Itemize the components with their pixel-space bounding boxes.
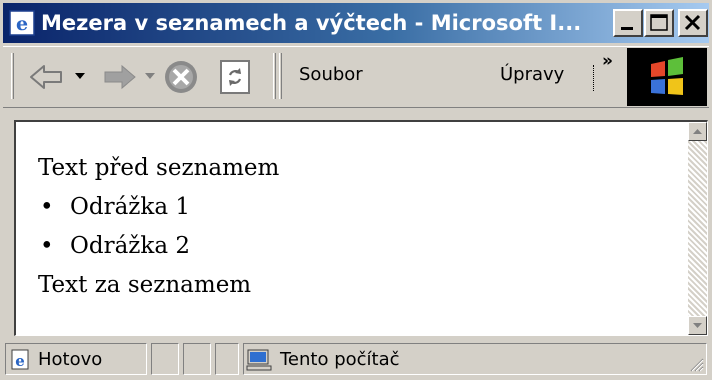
stop-icon[interactable] xyxy=(161,57,201,97)
zone-text: Tento počítač xyxy=(280,349,400,370)
maximize-icon xyxy=(650,14,668,31)
browser-window: e Mezera v seznamech a výčtech - Microso… xyxy=(0,0,712,380)
menu-edit[interactable]: Úpravy xyxy=(500,63,564,87)
scroll-down-button[interactable] xyxy=(688,316,707,335)
title-bar[interactable]: e Mezera v seznamech a výčtech - Microso… xyxy=(3,3,709,43)
status-text: Hotovo xyxy=(38,349,103,370)
resize-grip-icon[interactable] xyxy=(688,356,704,372)
list-item-text: Odrážka 1 xyxy=(70,194,190,220)
windows-logo xyxy=(627,48,707,106)
svg-text:e: e xyxy=(16,13,28,35)
scroll-up-button[interactable] xyxy=(688,122,707,141)
close-button[interactable] xyxy=(678,9,708,37)
toolbar-overflow-button[interactable]: » xyxy=(602,51,613,71)
status-panel-progress xyxy=(151,343,179,375)
toolbar-separator xyxy=(273,53,276,99)
minimize-button[interactable] xyxy=(613,9,643,37)
toolbar-grip[interactable] xyxy=(11,53,14,99)
internet-explorer-icon: e xyxy=(9,10,35,36)
list-item: • Odrážka 1 xyxy=(38,188,279,227)
text-before-list: Text před seznamem xyxy=(38,155,280,181)
forward-dropdown-icon[interactable] xyxy=(145,73,155,81)
svg-text:e: e xyxy=(15,352,25,370)
bullet-list: • Odrážka 1 • Odrážka 2 xyxy=(38,188,279,266)
chevron-right-icon: » xyxy=(602,51,613,71)
forward-arrow-icon[interactable] xyxy=(99,61,139,93)
menu-divider xyxy=(593,65,595,91)
status-panel-zone: Tento počítač xyxy=(243,343,707,375)
window-title: Mezera v seznamech a výčtech - Microsoft… xyxy=(41,11,582,35)
close-icon xyxy=(684,14,701,31)
bullet-icon: • xyxy=(40,233,54,259)
content-area: Text před seznamem • Odrážka 1 • Odrážka… xyxy=(14,120,708,336)
status-panel-security xyxy=(183,343,211,375)
toolbar: Soubor Úpravy » xyxy=(3,46,709,108)
scroll-up-icon xyxy=(693,129,702,134)
page-done-icon: e xyxy=(11,349,29,370)
scroll-down-icon xyxy=(693,323,702,328)
menu-file[interactable]: Soubor xyxy=(299,63,363,87)
list-item-text: Odrážka 2 xyxy=(70,233,190,259)
minimize-icon xyxy=(621,27,633,30)
windows-flag-icon xyxy=(651,57,683,95)
status-panel-main: e Hotovo xyxy=(5,343,147,375)
back-arrow-icon[interactable] xyxy=(27,61,67,93)
back-dropdown-icon[interactable] xyxy=(75,73,85,81)
refresh-icon[interactable] xyxy=(215,57,255,97)
menu-file-label: Soubor xyxy=(299,64,363,85)
status-panel-privacy xyxy=(215,343,239,375)
vertical-scrollbar[interactable] xyxy=(688,122,707,335)
menubar-grip[interactable] xyxy=(279,53,282,99)
maximize-button[interactable] xyxy=(644,9,674,37)
list-item: • Odrážka 2 xyxy=(38,227,279,266)
bullet-icon: • xyxy=(40,194,54,220)
my-computer-icon xyxy=(246,349,272,371)
status-bar: e Hotovo Tento počítač xyxy=(3,341,709,377)
document-body: Text před seznamem • Odrážka 1 • Odrážka… xyxy=(38,149,279,305)
text-after-list: Text za seznamem xyxy=(38,272,252,298)
menu-edit-label: Úpravy xyxy=(500,64,565,85)
